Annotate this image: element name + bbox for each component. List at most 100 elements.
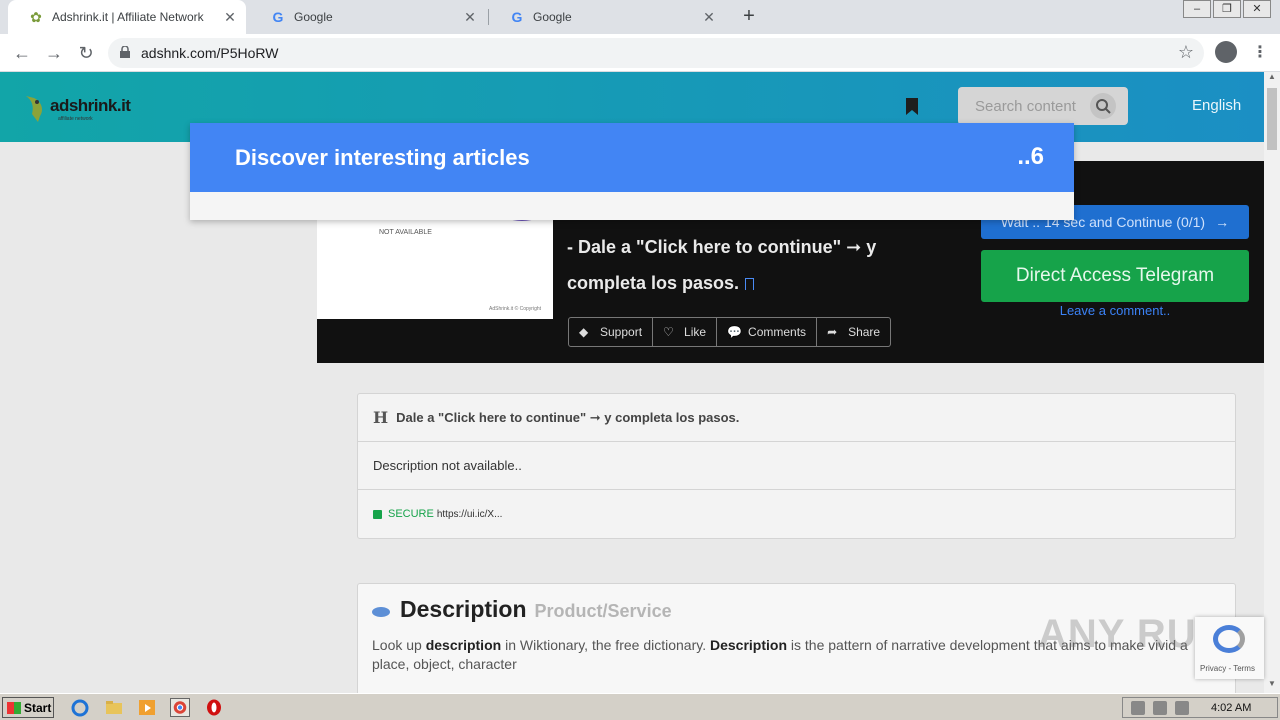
hero-title-text: - Dale a "Click here to continue" ➞ y co… [567,237,877,293]
recaptcha-badge[interactable]: Privacy - Terms [1195,617,1264,679]
start-label: Start [24,700,52,715]
bird-logo-icon [26,96,42,122]
tab-google-2[interactable]: G Google ✕ [489,0,725,34]
heading-icon: H [373,408,389,427]
description-title: Description [400,596,527,622]
reload-icon[interactable]: ↻ [73,40,99,66]
google-favicon-icon: G [272,9,284,25]
leave-comment-link[interactable]: Leave a comment.. [981,303,1249,318]
recaptcha-icon [1213,625,1245,653]
action-bar: ◆ Support ♡ Like 💬 Comments ➦ Share [568,317,892,347]
account-avatar-icon[interactable] [1215,41,1237,63]
logo-name: adshrink.it [50,96,131,115]
opera-icon[interactable] [204,698,224,717]
desc-part: in Wiktionary, the free dictionary. [501,637,710,653]
comments-label: Comments [748,325,807,339]
secure-url[interactable]: https://ui.ic/X... [437,509,503,520]
start-button[interactable]: Start [2,697,54,718]
back-arrow-icon[interactable]: ← [9,40,35,66]
close-tab-icon[interactable]: ✕ [462,9,478,25]
menu-kebab-icon[interactable]: ⋮ [1252,42,1268,62]
discover-modal[interactable]: Discover interesting articles ..6 [190,123,1074,220]
info-heading: Dale a "Click here to continue" ➞ y comp… [396,409,740,425]
adshrink-logo[interactable]: adshrink.it affiliate network [22,92,134,126]
hero-title: - Dale a "Click here to continue" ➞ y co… [567,229,947,301]
preview-copyright: AdShrink.it © Copyright [489,306,542,312]
tab-adshrink[interactable]: ✿ Adshrink.it | Affiliate Network ✕ [8,0,246,34]
close-window-icon[interactable]: ✕ [1243,0,1271,18]
like-button[interactable]: ♡ Like [653,318,718,346]
chrome-icon[interactable] [170,698,190,717]
volume-icon[interactable] [1131,700,1145,715]
address-bar[interactable]: adshnk.com/P5HoRW ☆ [108,38,1204,68]
url-text: adshnk.com/P5HoRW [141,45,279,61]
desc-part: Look up [372,637,426,653]
tab-title: Google [533,10,572,24]
share-button[interactable]: ➦ Share [817,318,890,346]
share-icon: ➦ [827,325,838,339]
modal-title: Discover interesting articles [235,145,530,170]
comments-button[interactable]: 💬 Comments [717,318,818,346]
diamond-icon: ◆ [579,325,589,339]
heart-icon: ♡ [663,325,674,339]
secure-label: SECURE [388,508,434,520]
description-title-row: Description Product/Service [372,596,672,623]
info-card: H Dale a "Click here to continue" ➞ y co… [357,393,1236,539]
scroll-up-icon[interactable]: ▲ [1264,72,1280,86]
scroll-down-icon[interactable]: ▼ [1264,679,1280,693]
new-tab-button[interactable]: + [737,5,761,29]
share-label: Share [848,325,881,339]
flag-icon[interactable] [1175,700,1189,715]
close-tab-icon[interactable]: ✕ [701,9,717,25]
bookmark-star-icon[interactable]: ☆ [1178,42,1194,63]
desc-bold: Description [709,637,787,653]
support-label: Support [600,325,643,339]
info-description: Description not available.. [373,458,522,473]
language-selector[interactable]: English [1192,97,1241,114]
info-heading-row: H Dale a "Click here to continue" ➞ y co… [358,394,1235,442]
bookmark-outline-icon[interactable] [745,278,755,291]
desc-bold: description [425,637,502,653]
lock-icon [120,46,130,58]
system-tray: 4:02 AM [1122,697,1278,718]
secure-lock-icon [373,509,382,519]
tab-title: Adshrink.it | Affiliate Network [52,10,204,24]
bookmark-icon[interactable] [905,98,919,115]
restore-icon[interactable]: ❐ [1213,0,1241,18]
browser-tabstrip: ✿ Adshrink.it | Affiliate Network ✕ G Go… [0,0,1280,34]
direct-access-telegram-button[interactable]: Direct Access Telegram [981,250,1249,302]
info-secure-row: SECURE https://ui.ic/X... [358,490,1235,538]
windows-taskbar: Start 4:02 AM [0,693,1280,720]
network-icon[interactable] [1153,700,1167,715]
like-label: Like [684,325,707,339]
search-icon[interactable] [1090,93,1116,119]
scroll-thumb[interactable] [1267,88,1277,150]
arrow-right-icon: → [1215,214,1230,230]
search-input[interactable]: Search content [958,87,1128,125]
page-scrollbar[interactable]: ▲ ▼ [1264,72,1280,693]
browser-toolbar: ← → ↻ adshnk.com/P5HoRW ☆ ⋮ [0,34,1280,72]
tab-google-1[interactable]: G Google ✕ [250,0,486,34]
internet-explorer-icon[interactable] [70,698,90,717]
modal-countdown: ..6 [1017,143,1044,170]
minimize-icon[interactable]: – [1183,0,1211,18]
adshrink-favicon-icon: ✿ [30,8,42,25]
taskbar-clock[interactable]: 4:02 AM [1211,702,1251,714]
window-controls: – ❐ ✕ [1181,0,1271,18]
windows-flag-icon [7,701,21,714]
tab-title: Google [294,10,333,24]
search-placeholder: Search content [975,98,1076,115]
folder-icon[interactable] [104,698,124,717]
preview-not-available: NOT AVAILABLE [379,229,432,236]
google-favicon-icon: G [511,9,523,25]
description-subtitle: Product/Service [534,601,672,621]
recaptcha-footer[interactable]: Privacy - Terms [1200,664,1255,673]
logo-tagline: affiliate network [58,116,93,122]
comments-icon: 💬 [727,325,742,339]
close-tab-icon[interactable]: ✕ [222,9,238,25]
forward-arrow-icon[interactable]: → [41,40,67,66]
support-button[interactable]: ◆ Support [569,318,654,346]
info-description-row: Description not available.. [358,442,1235,490]
media-player-icon[interactable] [137,698,157,717]
eye-icon [372,607,390,617]
